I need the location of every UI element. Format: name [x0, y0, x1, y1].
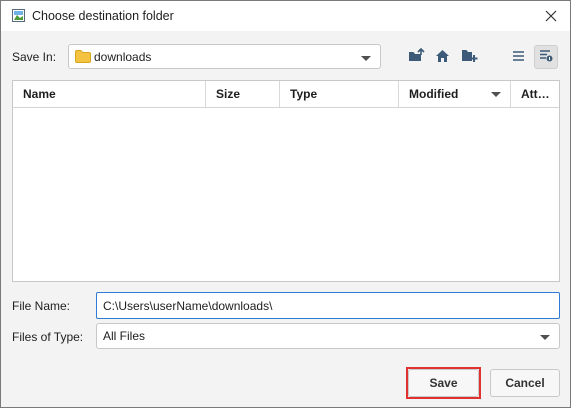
column-header-size[interactable]: Size	[206, 81, 280, 107]
cancel-button[interactable]: Cancel	[490, 369, 560, 397]
files-of-type-value: All Files	[103, 329, 146, 343]
files-of-type-combo[interactable]: All Files	[96, 323, 560, 349]
column-header-name[interactable]: Name	[13, 81, 206, 107]
folder-icon	[75, 50, 91, 66]
app-icon	[12, 9, 25, 22]
details-view-icon	[539, 49, 553, 65]
dialog-window: Choose destination folder Save In: downl…	[0, 0, 571, 408]
title-bar: Choose destination folder	[1, 1, 570, 31]
details-view-button[interactable]	[534, 45, 558, 69]
column-header-attributes[interactable]: Att…	[511, 81, 559, 107]
home-icon	[435, 49, 450, 66]
column-header-type[interactable]: Type	[280, 81, 399, 107]
file-name-input[interactable]	[97, 293, 559, 318]
sort-descending-icon	[491, 92, 501, 97]
list-view-button[interactable]	[506, 45, 530, 69]
files-of-type-label: Files of Type:	[12, 330, 84, 344]
save-in-label: Save In:	[12, 50, 57, 64]
file-name-field[interactable]	[96, 292, 560, 319]
file-name-label: File Name:	[12, 299, 71, 313]
chevron-down-icon	[540, 335, 550, 340]
save-in-combo[interactable]: downloads	[68, 44, 381, 69]
list-view-icon	[512, 50, 525, 65]
home-button[interactable]	[430, 45, 454, 69]
chevron-down-icon	[361, 56, 371, 61]
up-folder-icon	[408, 47, 425, 66]
save-button[interactable]: Save	[408, 369, 479, 397]
column-header-modified-label: Modified	[409, 87, 459, 101]
new-folder-button[interactable]	[457, 45, 481, 69]
file-list-table[interactable]: Name Size Type Modified Att…	[12, 80, 560, 282]
save-in-value: downloads	[94, 50, 152, 64]
window-title: Choose destination folder	[32, 9, 174, 23]
table-header: Name Size Type Modified Att…	[13, 81, 559, 108]
up-folder-button[interactable]	[404, 45, 428, 69]
column-header-modified[interactable]: Modified	[399, 81, 511, 107]
new-folder-icon	[461, 48, 478, 66]
close-icon[interactable]	[540, 6, 562, 26]
